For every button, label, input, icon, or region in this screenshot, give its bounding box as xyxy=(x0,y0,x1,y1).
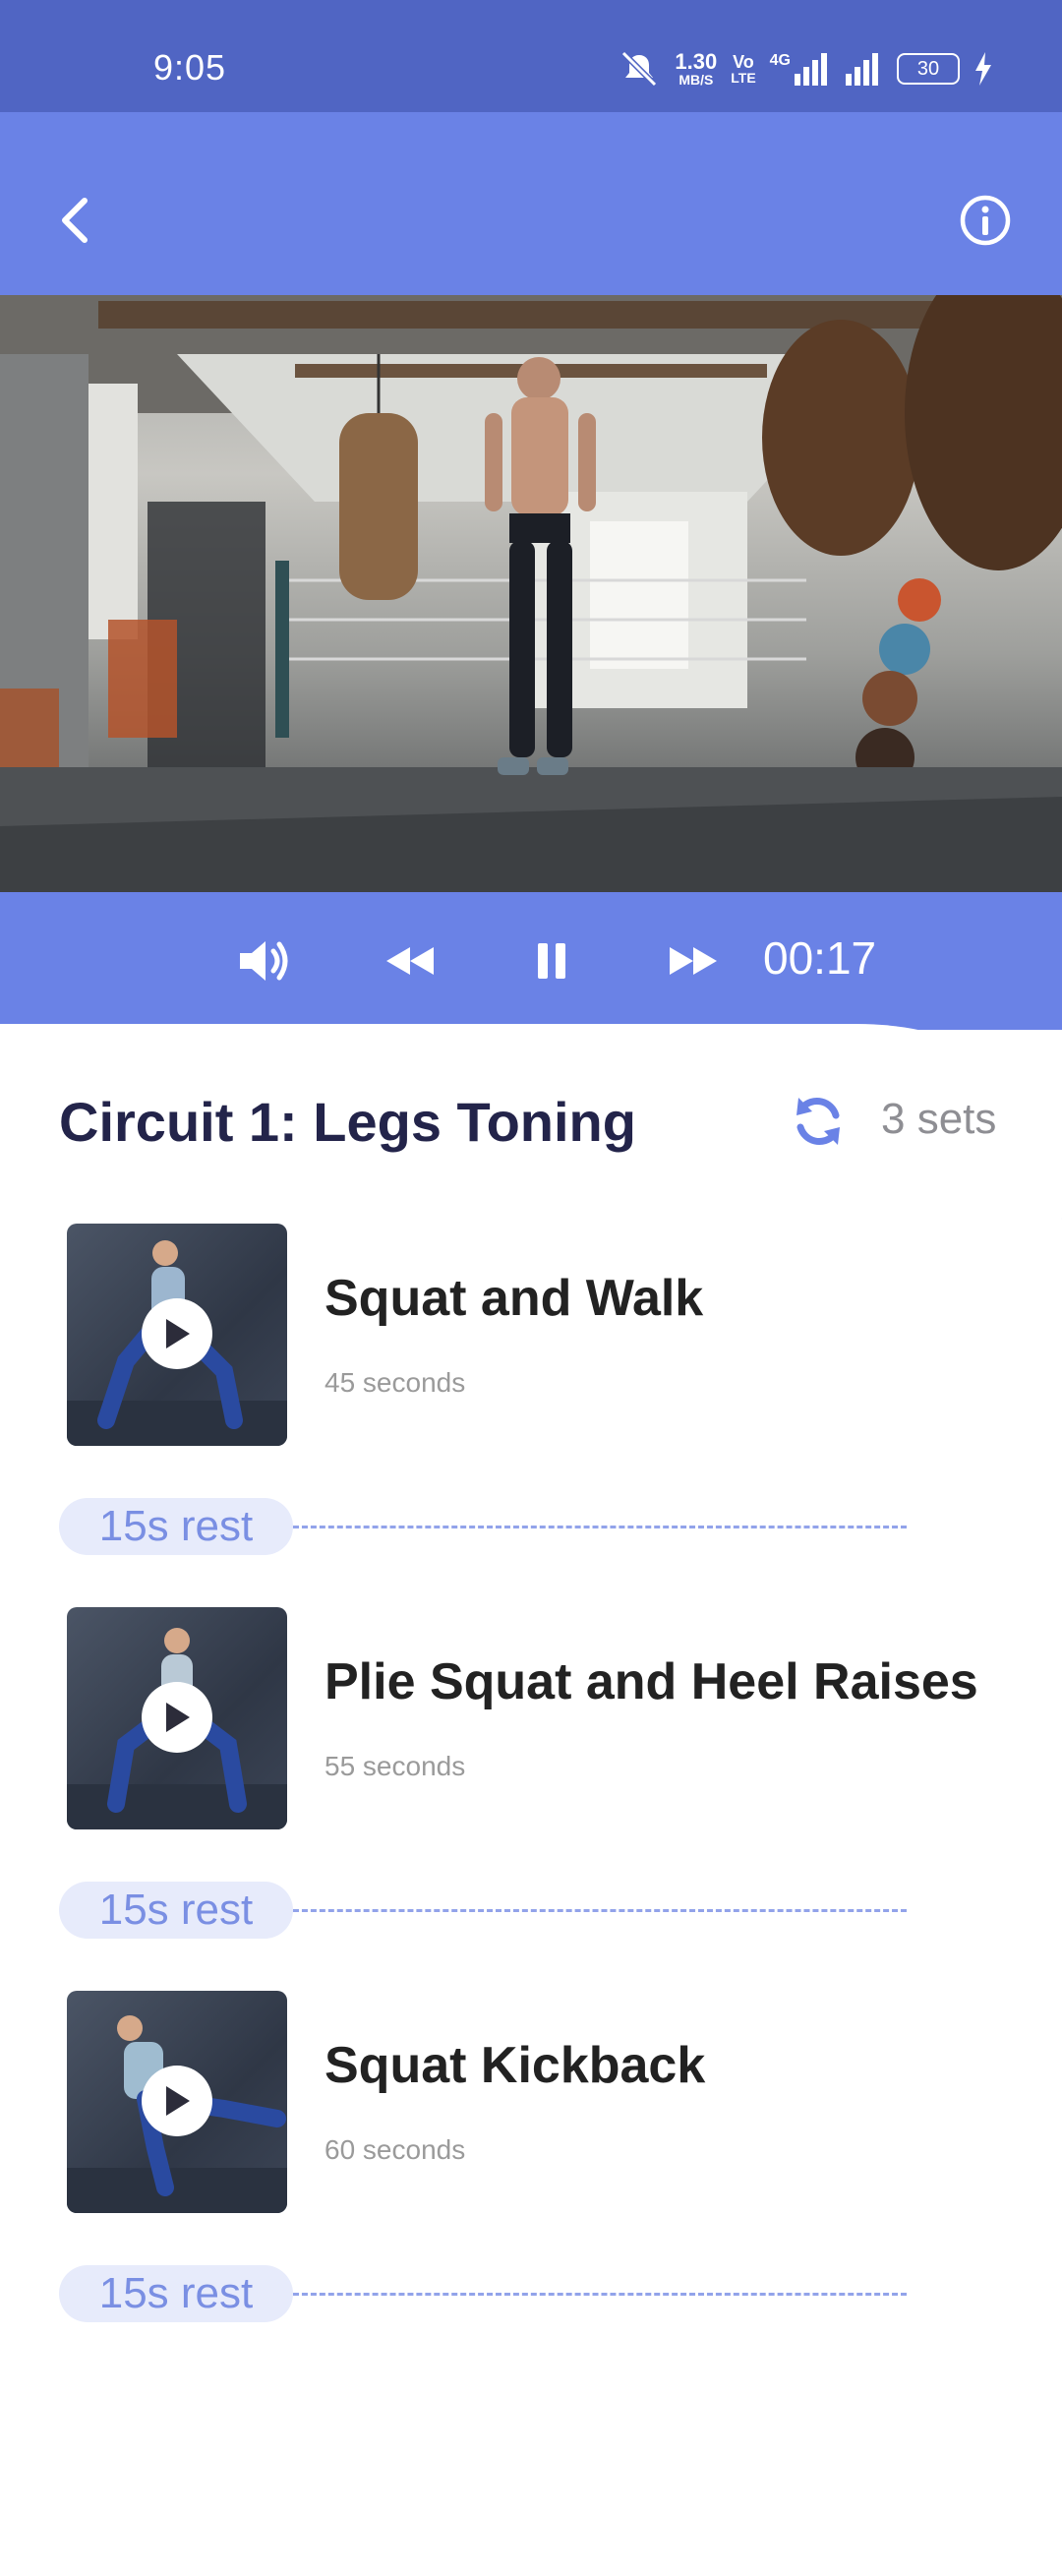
repeat-icon xyxy=(796,1098,840,1145)
play-button[interactable] xyxy=(142,1682,212,1753)
back-button[interactable] xyxy=(49,191,108,250)
exercise-thumbnail[interactable] xyxy=(67,1991,287,2213)
play-icon xyxy=(166,1703,190,1732)
volte-label-bottom: LTE xyxy=(731,70,756,86)
rest-divider xyxy=(293,1526,907,1528)
exercise-name: Squat and Walk xyxy=(324,1270,704,1327)
exercise-duration: 55 seconds xyxy=(324,1751,466,1781)
volte-label-top: Vo xyxy=(733,52,754,72)
sets-count: 3 sets xyxy=(881,1095,997,1143)
info-icon xyxy=(960,195,1011,246)
playback-timer: 00:17 xyxy=(763,932,877,984)
signal-strength-icon-2 xyxy=(846,53,878,86)
signal-strength-icon xyxy=(795,53,827,86)
play-button[interactable] xyxy=(142,1298,212,1369)
pause-icon xyxy=(538,943,565,979)
fast-forward-icon xyxy=(670,947,717,975)
exercise-thumbnail[interactable] xyxy=(67,1224,287,1446)
signal-4g: 4G xyxy=(770,52,830,86)
sets-repeat-button xyxy=(787,1090,850,1153)
info-button[interactable] xyxy=(956,191,1015,250)
rest-divider xyxy=(293,1909,907,1912)
app-bar xyxy=(0,112,1062,295)
exercise-name: Plie Squat and Heel Raises xyxy=(324,1653,978,1710)
net-speed-value: 1.30 xyxy=(675,49,718,74)
charging-icon xyxy=(975,52,991,86)
play-icon xyxy=(166,2086,190,2116)
play-icon xyxy=(166,1319,190,1348)
network-type: 4G xyxy=(769,52,791,69)
status-time: 9:05 xyxy=(153,47,227,88)
battery-icon: 30 xyxy=(897,53,960,85)
battery-level: 30 xyxy=(916,57,940,80)
exercise-thumbnail[interactable] xyxy=(67,1607,287,1829)
net-speed: 1.30 MB/S xyxy=(675,49,718,88)
circuit-title: Circuit 1: Legs Toning xyxy=(59,1091,636,1153)
chevron-left-icon xyxy=(62,198,88,243)
rest-divider xyxy=(293,2293,907,2296)
rewind-icon xyxy=(386,947,434,975)
play-button[interactable] xyxy=(142,2066,212,2136)
exercise-duration: 45 seconds xyxy=(324,1367,466,1398)
mute-icon xyxy=(621,50,658,88)
status-bar: 9:05 1.30 MB/S Vo LTE 4G 30 xyxy=(0,0,1062,112)
volte-indicator: Vo LTE xyxy=(731,53,755,85)
rest-badge: 15s rest xyxy=(59,1498,293,1555)
rest-badge: 15s rest xyxy=(59,1882,293,1939)
exercise-name: Squat Kickback xyxy=(324,2037,706,2094)
status-icons: 1.30 MB/S Vo LTE 4G 30 xyxy=(618,49,993,89)
exercise-duration: 60 seconds xyxy=(324,2134,466,2165)
rest-badge: 15s rest xyxy=(59,2265,293,2322)
workout-video[interactable] xyxy=(0,295,1062,892)
net-speed-unit: MB/S xyxy=(678,72,714,88)
video-frame xyxy=(0,295,1062,892)
